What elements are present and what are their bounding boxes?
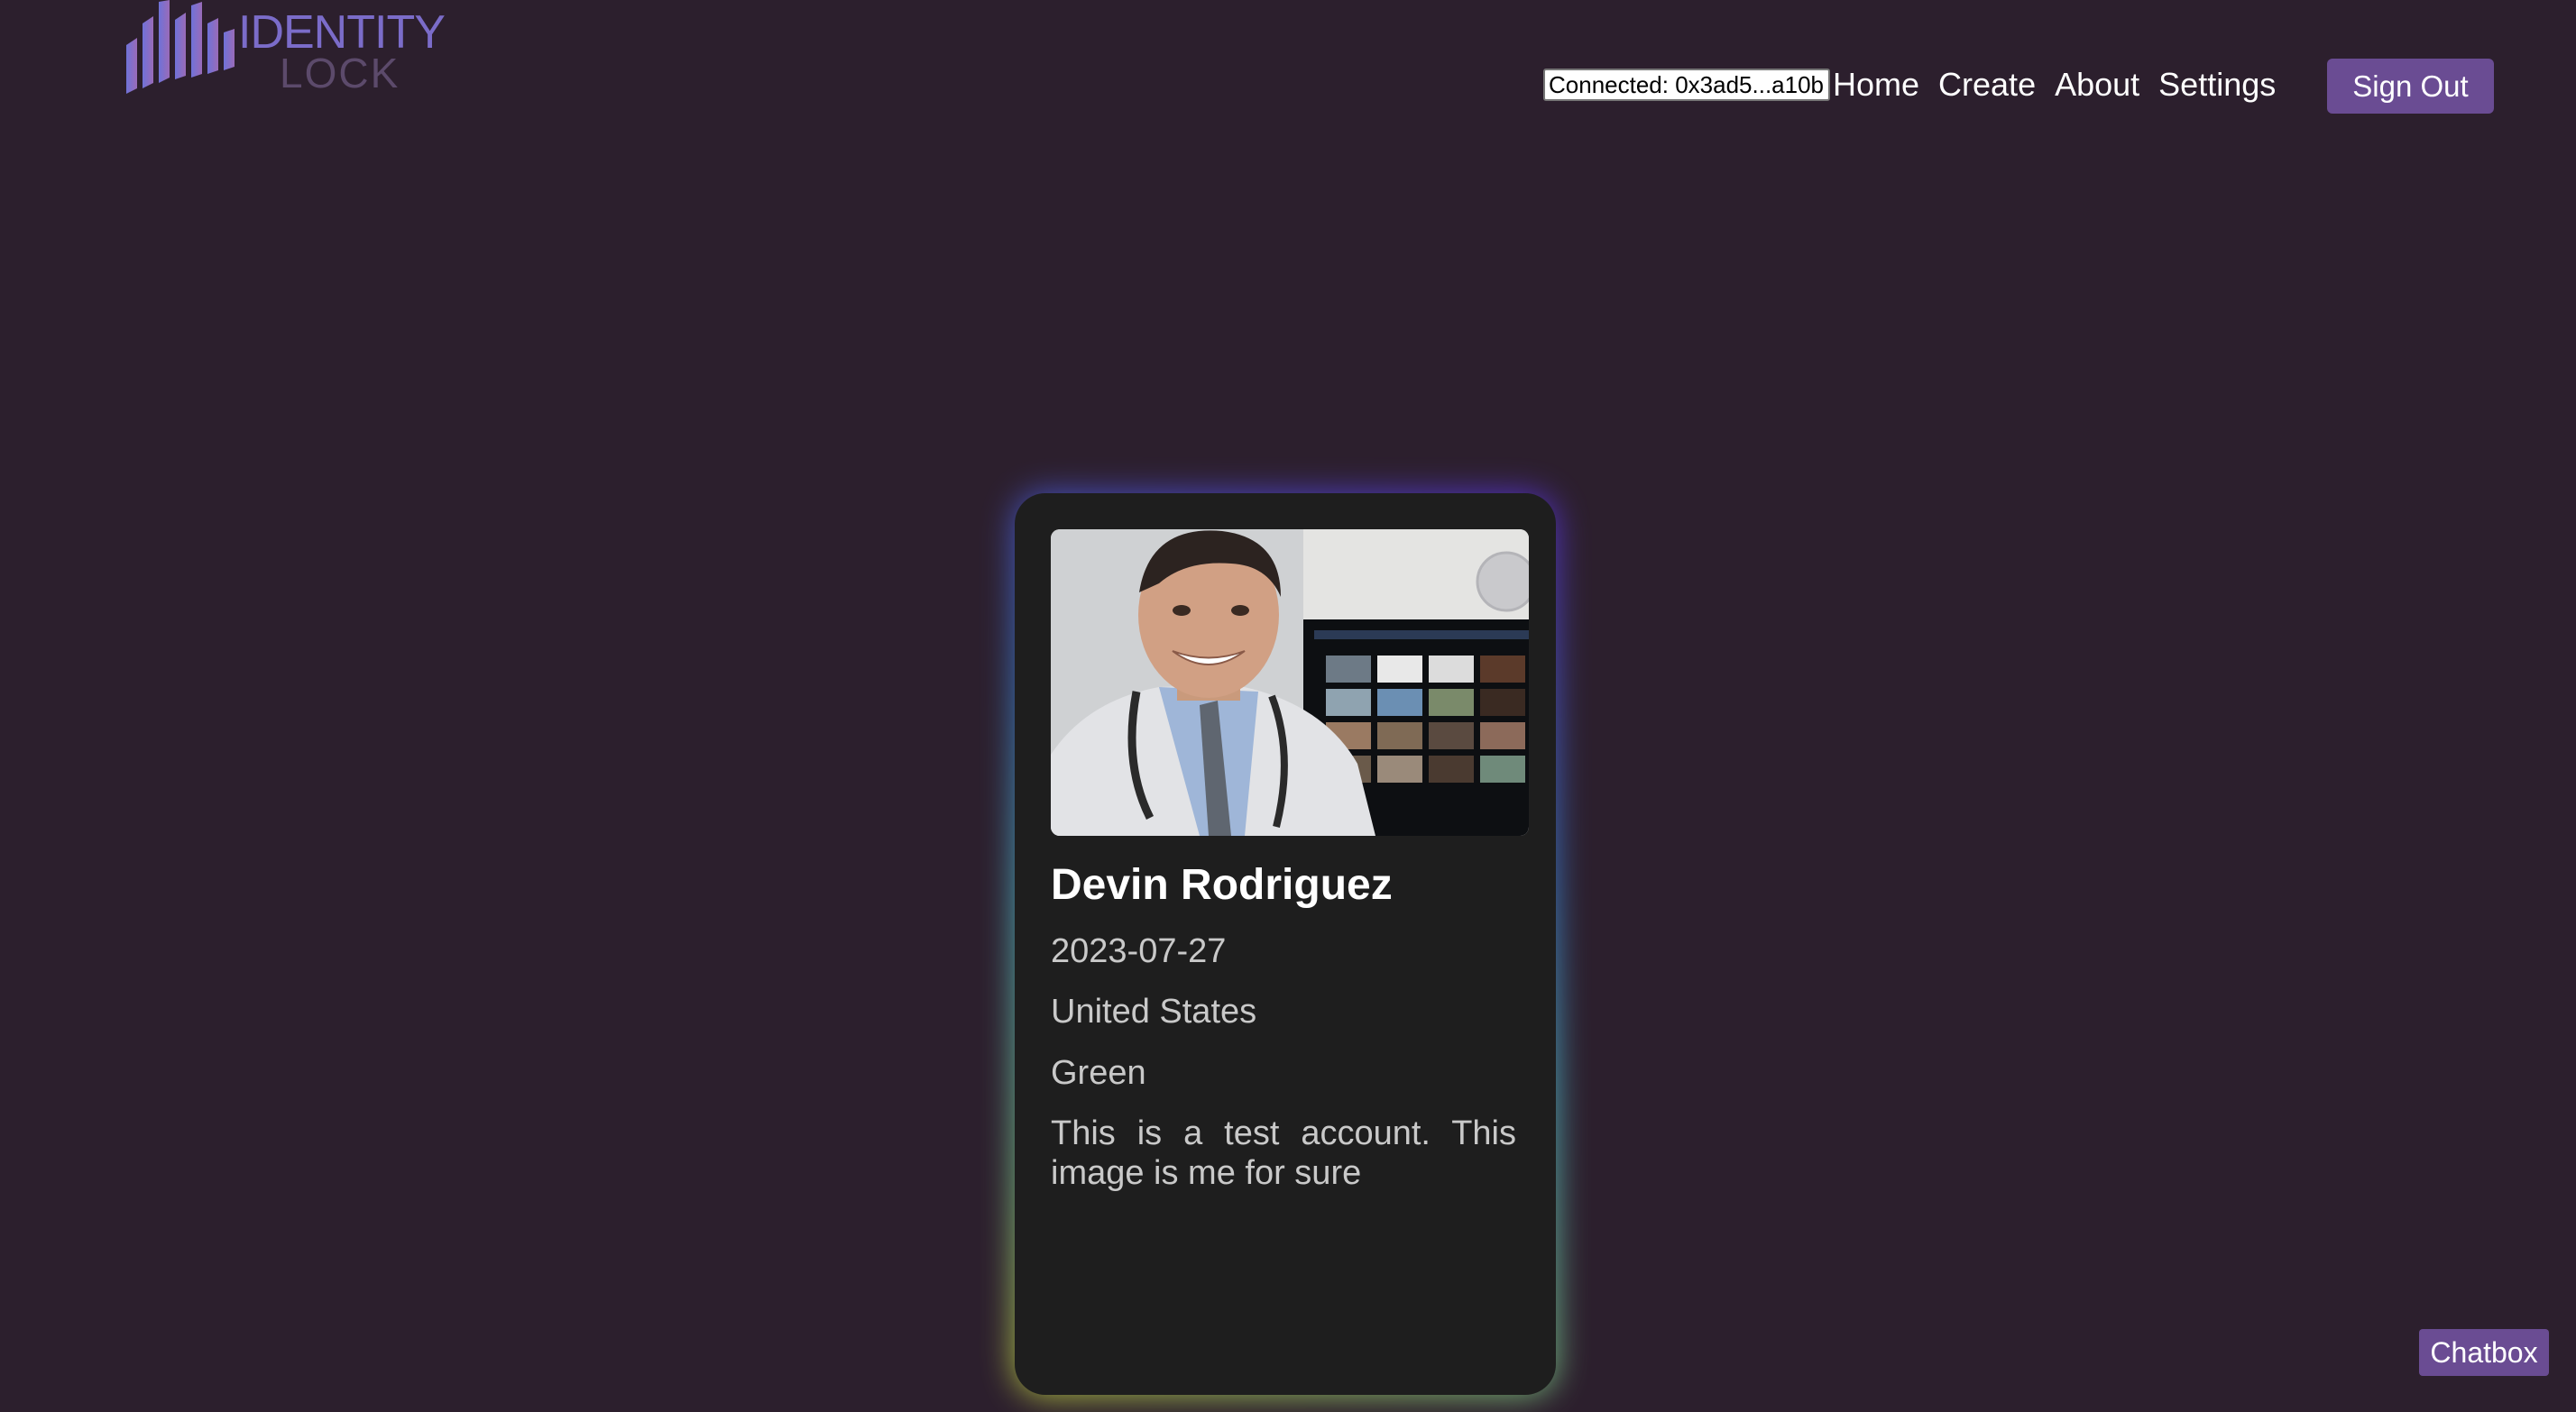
logo-text-lock: LOCK [280,50,400,96]
card-country: United States [1051,993,1257,1031]
wallet-connection-status[interactable]: Connected: 0x3ad5...a10b [1543,69,1830,101]
main-nav: Home Create About Settings [1833,63,2295,106]
identity-lock-logo[interactable]: IDENTITY LOCK [124,0,446,101]
card-description: This is a test account. This image is me… [1051,1114,1516,1193]
nav-about-link[interactable]: About [2055,63,2139,106]
profile-photo [1051,529,1529,836]
card-name: Devin Rodriguez [1051,861,1393,909]
card-color: Green [1051,1053,1146,1092]
nav-create-link[interactable]: Create [1938,63,2036,106]
identity-card: Devin Rodriguez 2023-07-27 United States… [1015,493,1556,1395]
nav-home-link[interactable]: Home [1833,63,1919,106]
nav-settings-link[interactable]: Settings [2158,63,2276,106]
page: IDENTITY LOCK Connected: 0x3ad5...a10b H… [0,0,2576,1412]
card-date: 2023-07-27 [1051,931,1227,970]
sign-out-button[interactable]: Sign Out [2327,59,2494,114]
chatbox-button[interactable]: Chatbox [2419,1329,2549,1376]
logo-bars-icon [126,0,235,94]
